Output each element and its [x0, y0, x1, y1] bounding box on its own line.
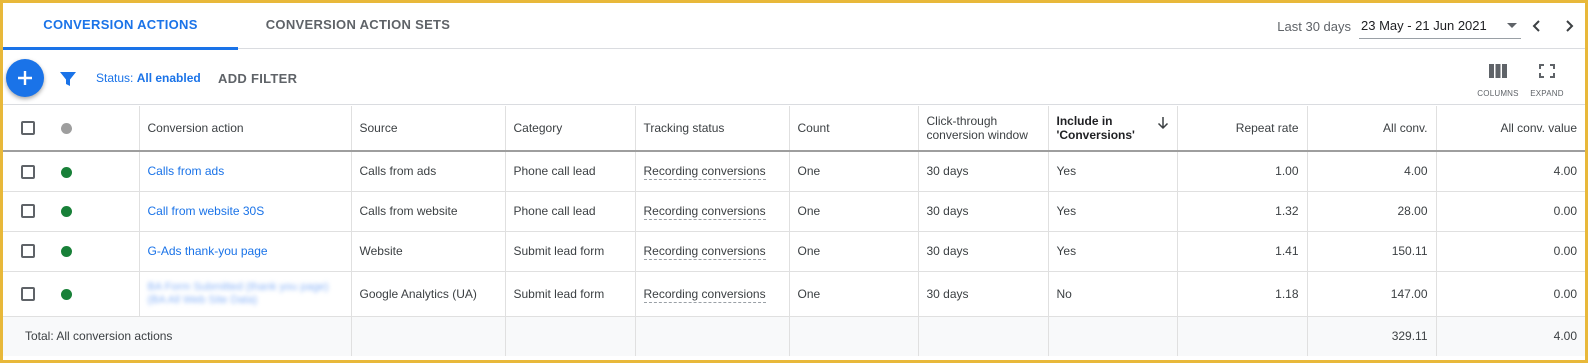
all-conv-cell: 4.00 — [1307, 151, 1437, 191]
row-checkbox[interactable] — [21, 204, 35, 219]
status-filter-value: All enabled — [136, 71, 201, 85]
window-cell: 30 days — [918, 271, 1049, 316]
source-cell: Website — [351, 231, 506, 271]
plus-icon — [18, 71, 32, 85]
table-row: G-Ads thank-you page Website Submit lead… — [3, 231, 1585, 271]
arrow-down-icon — [1157, 117, 1168, 130]
col-all-conv[interactable]: All conv. — [1307, 106, 1437, 152]
col-include-in-conversions[interactable]: Include in 'Conversions' — [1048, 106, 1178, 152]
status-enabled-dot — [61, 206, 72, 218]
chevron-right-icon — [1566, 20, 1574, 32]
count-cell: One — [789, 271, 919, 316]
filter-bar: Status: All enabled ADD FILTER COLUMNS E… — [3, 50, 1585, 105]
select-all-checkbox[interactable] — [21, 121, 35, 136]
table-row: Calls from ads Calls from ads Phone call… — [3, 151, 1585, 191]
tab-bar: CONVERSION ACTIONS CONVERSION ACTION SET… — [3, 3, 1585, 50]
include-cell: Yes — [1048, 191, 1178, 231]
date-range-label: Last 30 days — [1277, 18, 1351, 34]
include-cell: Yes — [1048, 231, 1178, 271]
table-row: BA Form Submitted (thank you page) (BA A… — [3, 271, 1585, 316]
category-cell: Phone call lead — [505, 151, 636, 191]
count-cell: One — [789, 191, 919, 231]
add-filter-button[interactable]: ADD FILTER — [218, 71, 297, 86]
filter-funnel-icon[interactable] — [59, 70, 77, 93]
category-cell: Submit lead form — [505, 231, 636, 271]
source-cell: Google Analytics (UA) — [351, 271, 506, 316]
row-checkbox[interactable] — [21, 244, 35, 259]
include-cell: No — [1048, 271, 1178, 316]
all-conv-cell: 150.11 — [1307, 231, 1437, 271]
expand-label: EXPAND — [1530, 89, 1564, 98]
col-conversion-action[interactable]: Conversion action — [139, 106, 352, 152]
col-category[interactable]: Category — [505, 106, 636, 152]
add-conversion-button[interactable] — [6, 59, 44, 97]
status-enabled-dot — [61, 288, 72, 300]
col-repeat-rate[interactable]: Repeat rate — [1177, 106, 1308, 152]
col-include-label: Include in 'Conversions' — [1056, 114, 1135, 142]
conversion-action-link[interactable]: G-Ads thank-you page — [148, 244, 268, 258]
expand-button[interactable]: EXPAND — [1525, 64, 1569, 98]
window-cell: 30 days — [918, 151, 1049, 191]
columns-label: COLUMNS — [1477, 89, 1519, 98]
category-cell: Phone call lead — [505, 191, 636, 231]
conversion-action-link[interactable]: Call from website 30S — [148, 204, 265, 218]
caret-down-icon — [1507, 23, 1517, 28]
status-filter-chip[interactable]: Status: All enabled — [96, 71, 201, 85]
tracking-status-cell[interactable]: Recording conversions — [643, 244, 766, 260]
tab-conversion-action-sets[interactable]: CONVERSION ACTION SETS — [238, 3, 478, 49]
row-checkbox[interactable] — [21, 286, 35, 301]
date-range-value: 23 May - 21 Jun 2021 — [1361, 18, 1487, 33]
total-all-conv: 329.11 — [1307, 316, 1437, 356]
all-conv-value-cell: 0.00 — [1553, 204, 1577, 218]
tracking-status-cell[interactable]: Recording conversions — [643, 164, 766, 181]
col-all-conv-value[interactable]: All conv. value — [1436, 106, 1585, 152]
columns-button[interactable]: COLUMNS — [1476, 64, 1520, 98]
status-enabled-dot — [61, 246, 72, 258]
window-cell: 30 days — [918, 191, 1049, 231]
col-count[interactable]: Count — [789, 106, 919, 152]
prev-period-button[interactable] — [1521, 10, 1553, 42]
count-cell: One — [789, 151, 919, 191]
conversions-panel: CONVERSION ACTIONS CONVERSION ACTION SET… — [0, 0, 1588, 363]
status-enabled-dot — [61, 166, 72, 178]
repeat-rate-cell: 1.41 — [1177, 231, 1308, 271]
expand-icon — [1539, 64, 1555, 78]
source-cell: Calls from ads — [351, 151, 506, 191]
total-all-conv-value: 4.00 — [1553, 329, 1577, 344]
date-range-select[interactable]: 23 May - 21 Jun 2021 — [1359, 13, 1521, 39]
conversion-action-link[interactable]: BA Form Submitted (thank you page) (BA A… — [148, 281, 343, 307]
col-click-through-window[interactable]: Click-through conversion window — [918, 106, 1049, 152]
window-cell: 30 days — [918, 231, 1049, 271]
count-cell: One — [789, 231, 919, 271]
chevron-left-icon — [1532, 20, 1540, 32]
tracking-status-cell[interactable]: Recording conversions — [643, 286, 766, 303]
tracking-status-cell[interactable]: Recording conversions — [643, 204, 766, 220]
col-source[interactable]: Source — [351, 106, 506, 152]
conversion-actions-table: Conversion action Source Category Tracki… — [3, 106, 1585, 356]
all-conv-value-cell: 0.00 — [1553, 286, 1577, 301]
include-cell: Yes — [1048, 151, 1178, 191]
conversion-action-link[interactable]: Calls from ads — [148, 164, 225, 178]
date-range: Last 30 days 23 May - 21 Jun 2021 — [1277, 3, 1585, 49]
source-cell: Calls from website — [351, 191, 506, 231]
all-conv-value-cell: 0.00 — [1553, 244, 1577, 258]
all-conv-cell: 147.00 — [1307, 271, 1437, 316]
columns-icon — [1489, 64, 1507, 78]
next-period-button[interactable] — [1553, 10, 1585, 42]
total-label: Total: All conversion actions — [3, 316, 352, 356]
repeat-rate-cell: 1.18 — [1177, 271, 1308, 316]
table-row: Call from website 30S Calls from website… — [3, 191, 1585, 231]
table-header-row: Conversion action Source Category Tracki… — [3, 106, 1585, 152]
status-filter-prefix: Status: — [96, 71, 134, 85]
total-row: Total: All conversion actions 329.11 4.0… — [3, 316, 1585, 356]
status-header-dot — [61, 123, 72, 135]
tab-conversion-actions[interactable]: CONVERSION ACTIONS — [3, 3, 238, 50]
repeat-rate-cell: 1.00 — [1177, 151, 1308, 191]
all-conv-value-cell: 4.00 — [1553, 164, 1577, 179]
row-checkbox[interactable] — [21, 164, 35, 179]
col-tracking-status[interactable]: Tracking status — [635, 106, 790, 152]
all-conv-cell: 28.00 — [1307, 191, 1437, 231]
repeat-rate-cell: 1.32 — [1177, 191, 1308, 231]
category-cell: Submit lead form — [505, 271, 636, 316]
